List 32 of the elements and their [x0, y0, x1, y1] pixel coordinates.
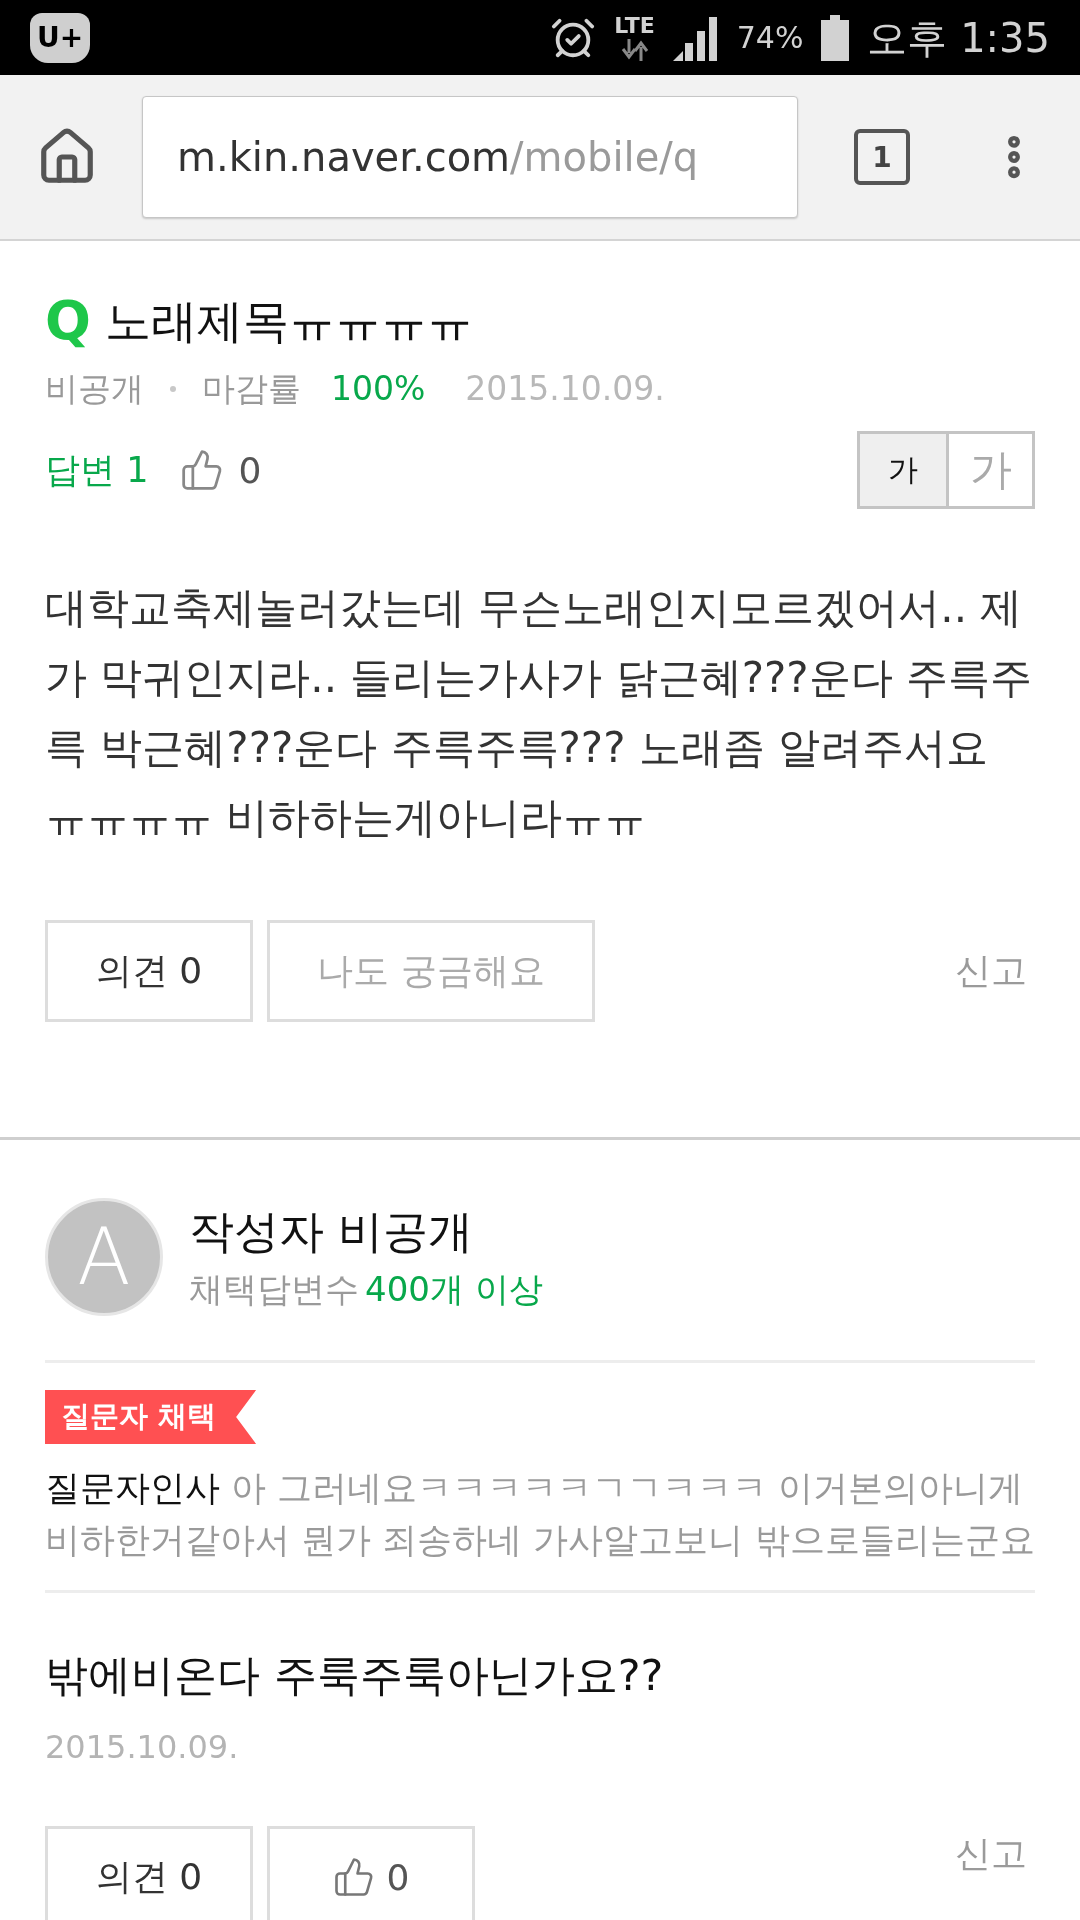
comment-button[interactable]: 의견 0 [45, 920, 253, 1022]
question-mark-logo: Q [45, 294, 91, 348]
close-rate-label: 마감률 [202, 368, 301, 410]
like-button[interactable]: 0 [267, 1826, 475, 1920]
clock-time: 오후 1:35 [867, 17, 1050, 58]
answer-count: 답변 1 [45, 448, 149, 492]
thumbs-up-icon [332, 1856, 375, 1898]
question-title: 노래제목ㅠㅠㅠㅠ [104, 293, 473, 350]
comment-button[interactable]: 의견 0 [45, 1826, 253, 1920]
data-arrows-icon [619, 38, 650, 61]
tab-count-button[interactable]: 1 [854, 129, 910, 185]
battery-percent: 74% [736, 22, 804, 53]
battery-icon [821, 14, 850, 61]
answer-date: 2015.10.09. [45, 1727, 240, 1768]
close-rate-value: 100% [331, 368, 426, 410]
avatar: A [45, 1198, 163, 1316]
separator-dot-icon [170, 386, 176, 392]
font-size-button[interactable]: 가 [860, 434, 946, 506]
adopted-answers-value: 400개 이상 [365, 1268, 543, 1311]
visibility-label: 비공개 [45, 368, 144, 410]
url-field[interactable]: m.kin.naver.com/mobile/q [142, 96, 798, 218]
asker-greeting: 질문자인사 아 그러네요ㅋㅋㅋㅋㅋㄱㄱㅋㅋㅋ 이거본의아니게 비하한거같아서 뭔가 죄송하네 가사알고보니 밖으로들리는군요 [45, 1467, 1035, 1562]
question-body: 대학교축제놀러갔는데 무슨노래인지모르겠어서.. 제가 막귀인지라.. 들리는가사가 닭근혜???운다 주륵주륵 박근혜???운다 주륵주륵??? 노래좀 알려주서요 ㅠㅠㅠㅠ 비하하는게아니라ㅠㅠ [45, 582, 1033, 844]
like-count: 0 [238, 449, 262, 491]
network-type: LTE [614, 14, 655, 37]
selected-answer-badge: 질문자 채택 [45, 1390, 257, 1444]
answer-body: 밖에비온다 주룩주룩아닌가요?? [45, 1649, 665, 1702]
adopted-answers-label: 채택답변수 [189, 1268, 359, 1311]
signal-icon [672, 14, 719, 61]
question-date: 2015.10.09. [465, 368, 665, 410]
carrier-logo: U+ [30, 12, 90, 63]
author-name: 작성자 비공개 [189, 1204, 475, 1260]
